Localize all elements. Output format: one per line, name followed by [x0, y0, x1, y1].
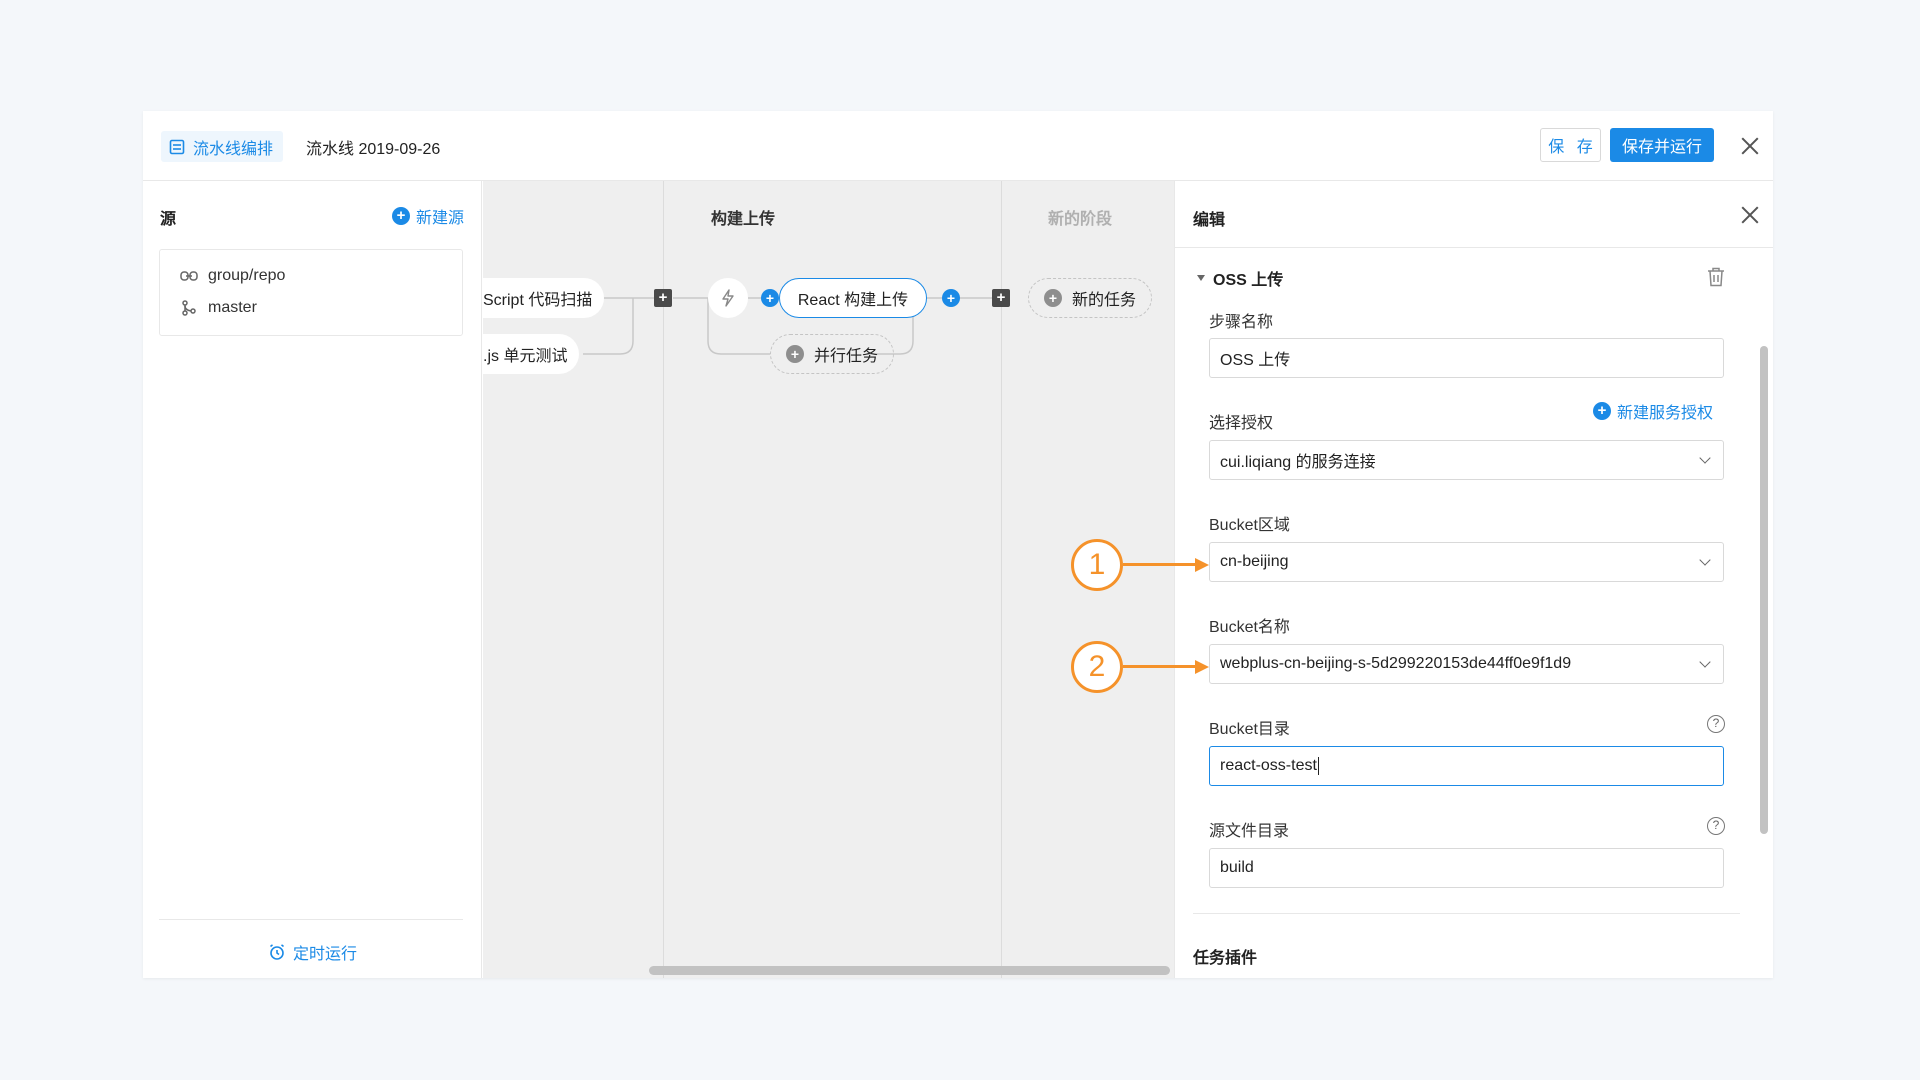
insert-task-before-icon[interactable]: + [761, 289, 779, 307]
bucket-region-select[interactable]: cn-beijing [1209, 542, 1724, 582]
chevron-down-icon [1699, 656, 1711, 668]
close-icon[interactable] [1741, 137, 1759, 155]
editor-header: 编辑 [1175, 181, 1773, 248]
annotation-callout-1: 1 [1071, 539, 1123, 591]
bucket-region-label: Bucket区域 [1209, 517, 1290, 534]
divider [1193, 913, 1740, 914]
stage-title-build-upload: 构建上传 [711, 211, 776, 228]
step-name-input[interactable]: OSS 上传 [1209, 338, 1724, 378]
annotation-callout-2: 2 [1071, 641, 1123, 693]
source-card[interactable]: group/repo master [159, 249, 463, 336]
divider [159, 919, 463, 920]
step-name-label: 步骤名称 [1209, 314, 1274, 331]
plus-circle-icon: + [1593, 402, 1611, 420]
repo-name: group/repo [208, 267, 286, 284]
plus-circle-icon: + [785, 345, 804, 363]
branch-row: master [180, 299, 257, 317]
source-panel-title: 源 [160, 211, 177, 228]
save-button[interactable]: 保 存 [1540, 128, 1601, 162]
insert-task-after-icon[interactable]: + [942, 289, 960, 307]
link-icon [180, 271, 198, 281]
editor-title: 编辑 [1193, 212, 1226, 229]
task-react-build-upload[interactable]: React 构建上传 [779, 278, 927, 318]
vertical-scrollbar[interactable] [1760, 346, 1768, 834]
task-label: 并行任务 [813, 348, 878, 365]
annotation-arrow-line [1123, 665, 1197, 668]
plus-circle-icon: + [1043, 289, 1062, 307]
bucket-dir-label: Bucket目录 [1209, 721, 1290, 738]
add-new-task[interactable]: + 新的任务 [1028, 278, 1152, 318]
new-service-auth-label: 新建服务授权 [1617, 405, 1714, 422]
task-unit-test[interactable]: .js 单元测试 [483, 334, 580, 374]
bucket-name-value: webplus-cn-beijing-s-5d299220153de44ff0e… [1220, 655, 1572, 672]
annotation-arrow-head [1195, 660, 1209, 674]
text-cursor [1317, 757, 1319, 775]
auth-value: cui.liqiang 的服务连接 [1220, 454, 1376, 471]
auth-label: 选择授权 [1209, 415, 1274, 432]
pipeline-name: 流水线 2019-09-26 [306, 141, 441, 158]
add-source-button[interactable]: + 新建源 [391, 204, 464, 228]
chevron-down-icon [1699, 554, 1711, 566]
pipeline-canvas[interactable]: 构建上传 新的阶段 Script 代码扫描 .js 单元测试 + + React… [483, 181, 1174, 978]
alarm-clock-icon [269, 944, 285, 960]
bucket-region-value: cn-beijing [1220, 553, 1289, 570]
scheduled-run-button[interactable]: 定时运行 [143, 940, 482, 964]
tag-label: 流水线编排 [193, 140, 274, 158]
annotation-arrow-head [1195, 558, 1209, 572]
task-code-scan[interactable]: Script 代码扫描 [483, 278, 605, 318]
close-icon[interactable] [1741, 206, 1759, 224]
source-panel: 源 + 新建源 group/repo master 定时运行 [143, 181, 482, 978]
task-label: 新的任务 [1071, 292, 1136, 309]
bucket-name-select[interactable]: webplus-cn-beijing-s-5d299220153de44ff0e… [1209, 644, 1724, 684]
bucket-dir-input[interactable]: react-oss-test [1209, 746, 1724, 786]
add-stage-icon[interactable]: + [654, 289, 672, 307]
horizontal-scrollbar[interactable] [649, 966, 1170, 975]
add-parallel-task[interactable]: + 并行任务 [770, 334, 894, 374]
annotation-arrow-line [1123, 563, 1197, 566]
help-icon[interactable]: ? [1707, 817, 1725, 835]
new-service-auth-button[interactable]: + 新建服务授权 [1593, 399, 1713, 423]
source-dir-value: build [1220, 859, 1254, 876]
branch-icon [182, 300, 196, 316]
task-label: React 构建上传 [797, 292, 909, 309]
chevron-down-icon [1699, 452, 1711, 464]
bucket-dir-value: react-oss-test [1220, 757, 1317, 774]
task-label: Script 代码扫描 [483, 292, 593, 309]
stage-title-new-stage[interactable]: 新的阶段 [1048, 205, 1112, 229]
help-icon[interactable]: ? [1707, 715, 1725, 733]
repo-row: group/repo [180, 267, 285, 285]
trigger-node[interactable] [708, 278, 748, 318]
add-source-label: 新建源 [415, 210, 464, 227]
auth-select[interactable]: cui.liqiang 的服务连接 [1209, 440, 1724, 480]
task-plugins-title: 任务插件 [1193, 950, 1258, 967]
top-bar: 流水线编排 流水线 2019-09-26 保 存 保存并运行 [143, 111, 1773, 181]
source-dir-label: 源文件目录 [1209, 823, 1290, 840]
save-and-run-button[interactable]: 保存并运行 [1610, 128, 1714, 162]
pipeline-editor-window: 流水线编排 流水线 2019-09-26 保 存 保存并运行 源 + 新建源 g… [143, 111, 1773, 978]
pipeline-icon [169, 139, 185, 154]
oss-upload-section-toggle[interactable]: OSS 上传 [1197, 266, 1283, 290]
section-title: OSS 上传 [1213, 272, 1284, 289]
lightning-icon [722, 289, 734, 307]
pipeline-orchestration-tab[interactable]: 流水线编排 [161, 131, 284, 162]
bucket-name-label: Bucket名称 [1209, 619, 1290, 636]
task-label: .js 单元测试 [483, 348, 568, 365]
editor-panel: 编辑 OSS 上传 步骤名称 OSS 上传 选择授权 + 新建服务授权 cui.… [1174, 181, 1773, 978]
add-stage-icon[interactable]: + [992, 289, 1010, 307]
scheduled-run-label: 定时运行 [292, 946, 357, 963]
plus-circle-icon: + [391, 207, 410, 225]
source-dir-input[interactable]: build [1209, 848, 1724, 888]
step-name-value: OSS 上传 [1220, 352, 1291, 369]
caret-down-icon [1197, 275, 1205, 281]
branch-name: master [208, 299, 257, 316]
trash-icon[interactable] [1707, 267, 1725, 287]
